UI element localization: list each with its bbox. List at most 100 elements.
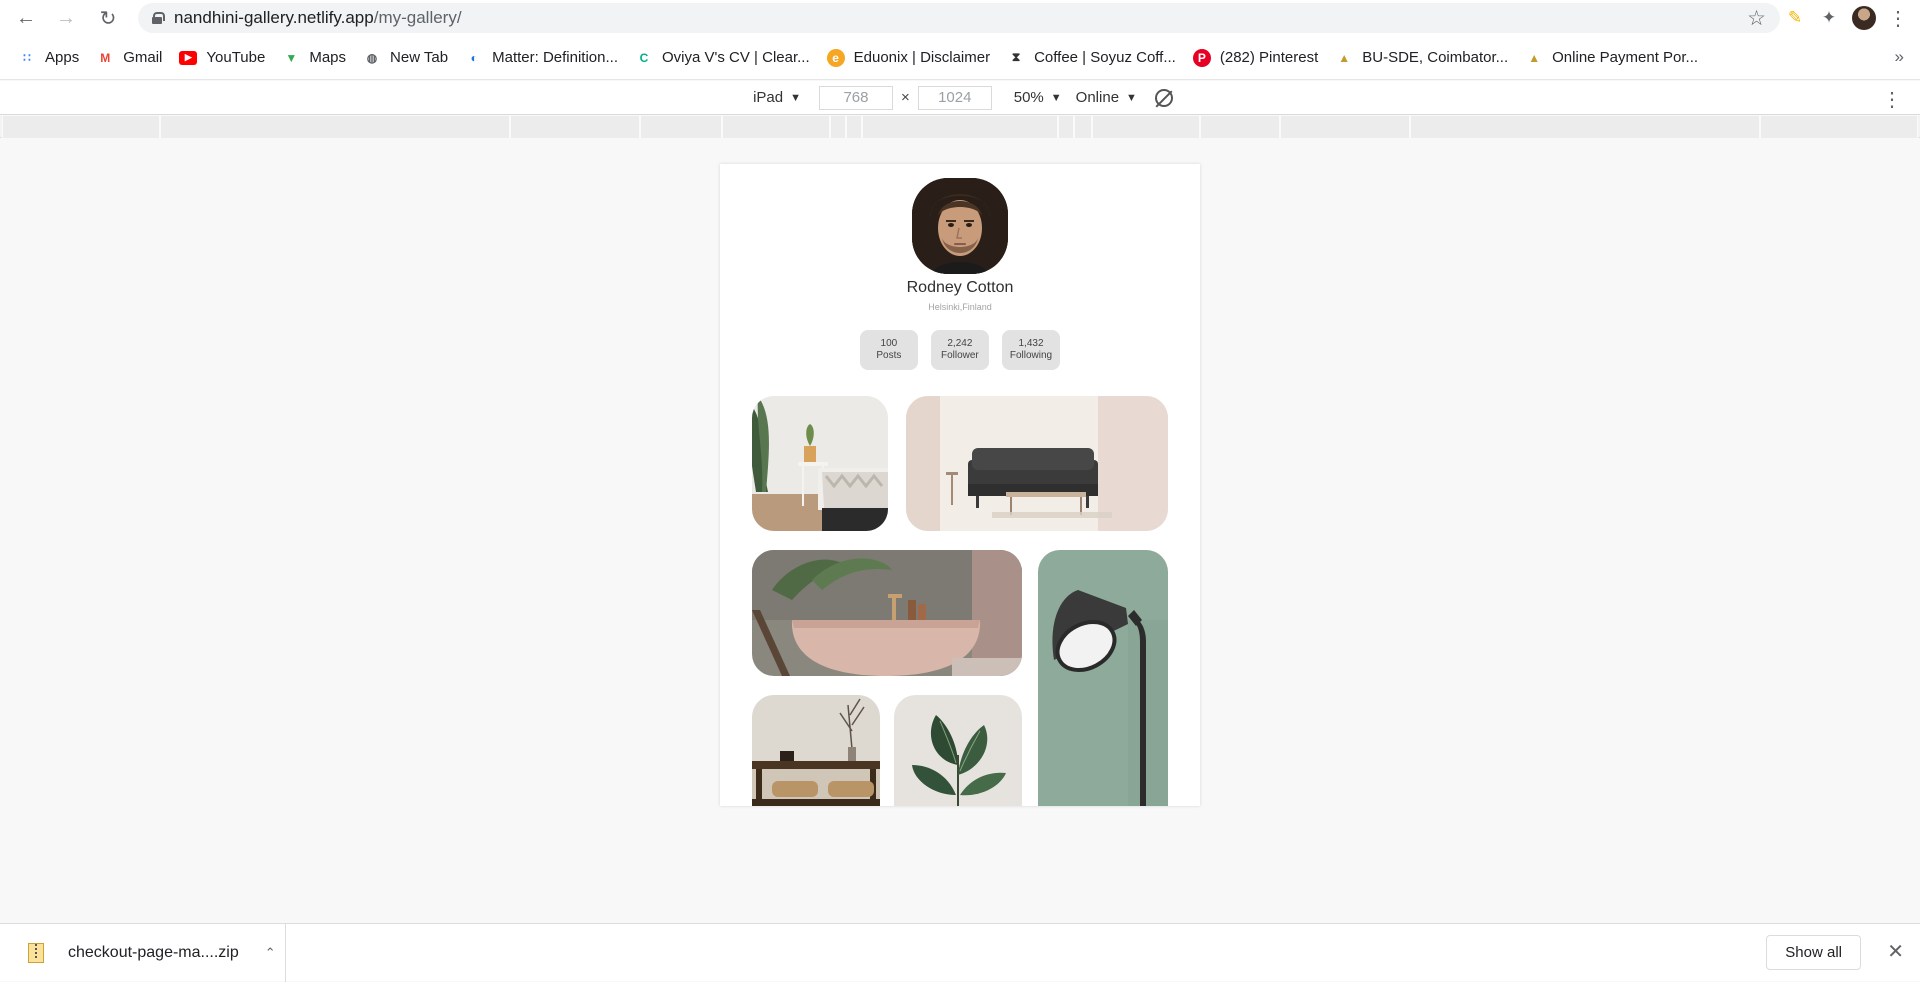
zoom-select[interactable]: 50% ▼ xyxy=(1014,89,1062,106)
address-bar[interactable]: nandhini-gallery.netlify.app/my-gallery/… xyxy=(138,3,1780,33)
device-select[interactable]: iPad ▼ xyxy=(753,89,801,106)
stat-following[interactable]: 1,432 Following xyxy=(1001,330,1061,370)
ruler-segment[interactable] xyxy=(160,116,510,138)
caret-down-icon: ▼ xyxy=(790,91,801,104)
bookmark-star-icon[interactable]: ☆ xyxy=(1747,6,1766,31)
browser-toolbar: ← → ↻ nandhini-gallery.netlify.app/my-ga… xyxy=(0,0,1920,36)
extensions-area: ✎ ✦ ⋮ xyxy=(1784,0,1920,36)
bookmark-label: Gmail xyxy=(123,49,163,66)
bookmark-item[interactable]: C Oviya V's CV | Clear... xyxy=(635,43,810,73)
width-input[interactable]: 768 xyxy=(818,85,893,110)
back-arrow-icon[interactable]: ← xyxy=(6,0,46,36)
profile-name: Rodney Cotton xyxy=(906,279,1014,296)
ruler-segment[interactable] xyxy=(1760,116,1918,138)
pinterest-icon: P xyxy=(1192,48,1211,67)
puzzle-extensions-icon[interactable]: ✦ xyxy=(1818,7,1840,29)
gallery-photo-bathtub[interactable] xyxy=(752,550,1022,676)
bookmark-item[interactable]: ⧗ Coffee | Soyuz Coff... xyxy=(1007,43,1176,73)
ruler-segment[interactable] xyxy=(1280,116,1410,138)
profile-location: Helsinki,Finland xyxy=(928,302,992,312)
ruler-segment[interactable] xyxy=(1058,116,1074,138)
lamp-image xyxy=(1038,550,1168,806)
bookmark-item[interactable]: e Eduonix | Disclaimer xyxy=(826,43,991,73)
bathtub-image xyxy=(752,550,1022,676)
zoom-select-label: 50% xyxy=(1013,89,1044,106)
note-extension-icon[interactable]: ✎ xyxy=(1784,7,1806,29)
ruler-segment[interactable] xyxy=(862,116,1058,138)
close-icon[interactable]: ✕ xyxy=(1887,939,1904,964)
bookmark-label: Apps xyxy=(45,49,80,66)
sofa-image xyxy=(906,396,1168,531)
bookmarks-bar: ∷ Apps M Gmail ▶ YouTube ▼ Maps ◍ New Tab ◐ Matter:… xyxy=(0,36,1920,80)
stat-label: Posts xyxy=(876,350,902,361)
network-select-label: Online xyxy=(1075,89,1120,106)
ruler-segment[interactable] xyxy=(2,116,160,138)
ruler-segment[interactable] xyxy=(846,116,862,138)
person-icon: ▲ xyxy=(1338,50,1351,65)
maps-pin-icon: ▼ xyxy=(285,50,298,65)
coffee-icon: ⧗ xyxy=(1011,50,1021,64)
portrait-image xyxy=(912,178,1008,274)
forward-arrow-icon[interactable]: → xyxy=(46,0,86,36)
profile-avatar[interactable] xyxy=(1852,6,1876,30)
bookmark-item[interactable]: P (282) Pinterest xyxy=(1192,43,1319,73)
profile-photo xyxy=(912,178,1008,274)
stat-label: Follower xyxy=(940,350,979,361)
bedroom-image xyxy=(752,396,888,531)
bookmark-item[interactable]: ∷ Apps xyxy=(18,43,79,73)
stat-value: 1,432 xyxy=(1018,338,1044,349)
youtube-icon: ▶ xyxy=(179,50,198,65)
device-select-label: iPad xyxy=(753,89,784,106)
reload-icon[interactable]: ↻ xyxy=(88,0,128,36)
dimension-separator-icon: × xyxy=(900,89,910,106)
bookmark-item[interactable]: M Gmail xyxy=(96,43,162,73)
person-icon: ▲ xyxy=(1528,50,1541,65)
bookmark-item[interactable]: ▶ YouTube xyxy=(179,43,265,73)
ruler-segment[interactable] xyxy=(510,116,640,138)
caret-down-icon: ▼ xyxy=(1126,91,1137,104)
ruler-segment[interactable] xyxy=(640,116,722,138)
bookmark-label: Online Payment Por... xyxy=(1552,49,1699,66)
ruler-segment[interactable] xyxy=(1092,116,1200,138)
caret-down-icon: ▼ xyxy=(1050,91,1062,104)
profile-stats: 100 Posts 2,242 Follower 1,432 Following xyxy=(720,330,1200,370)
rotate-icon[interactable] xyxy=(1154,88,1173,107)
table-image xyxy=(752,695,880,806)
gallery-photo-lamp[interactable] xyxy=(1038,550,1168,806)
emulated-viewport-area: Rodney Cotton Helsinki,Finland 100 Posts… xyxy=(0,138,1920,923)
ruler-segment[interactable] xyxy=(722,116,830,138)
show-all-button[interactable]: Show all xyxy=(1766,935,1861,970)
ruler-segment[interactable] xyxy=(1074,116,1092,138)
stat-posts[interactable]: 100 Posts xyxy=(859,330,918,370)
gallery-photo-table[interactable] xyxy=(752,695,880,806)
media-query-ruler[interactable] xyxy=(0,116,1920,138)
bookmark-label: (282) Pinterest xyxy=(1219,49,1319,66)
stat-follower[interactable]: 2,242 Follower xyxy=(930,330,989,370)
ruler-segment[interactable] xyxy=(1410,116,1760,138)
stat-value: 2,242 xyxy=(947,338,973,349)
bookmark-item[interactable]: ◐ Matter: Definition... xyxy=(465,43,618,73)
network-select[interactable]: Online ▼ xyxy=(1076,89,1137,106)
lock-icon xyxy=(152,12,165,24)
browser-menu-icon[interactable]: ⋮ xyxy=(1888,6,1908,31)
bookmark-item[interactable]: ▲ Online Payment Por... xyxy=(1525,43,1698,73)
chevron-up-icon[interactable]: ⌃ xyxy=(265,945,276,961)
height-input[interactable]: 1024 xyxy=(917,85,992,110)
url-host: nandhini-gallery.netlify.app xyxy=(174,8,374,27)
downloads-bar: checkout-page-ma....zip ⌃ Show all ✕ xyxy=(0,923,1920,982)
bookmark-item[interactable]: ▼ Maps xyxy=(282,43,346,73)
ruler-segment[interactable] xyxy=(1200,116,1280,138)
gallery-photo-sofa[interactable] xyxy=(906,396,1168,531)
download-item[interactable]: checkout-page-ma....zip ⌃ xyxy=(18,924,286,982)
bookmark-label: Coffee | Soyuz Coff... xyxy=(1034,49,1176,66)
more-bookmarks-icon[interactable]: » xyxy=(1895,47,1904,67)
ruler-segment[interactable] xyxy=(830,116,846,138)
bookmark-item[interactable]: ▲ BU-SDE, Coimbator... xyxy=(1335,43,1508,73)
bookmark-label: Eduonix | Disclaimer xyxy=(853,49,991,66)
bookmark-item[interactable]: ◍ New Tab xyxy=(363,43,448,73)
gallery-photo-plant[interactable] xyxy=(894,695,1022,806)
gallery-photo-bedroom[interactable] xyxy=(752,396,888,531)
device-toolbar-menu-icon[interactable]: ⋮ xyxy=(1882,87,1902,112)
plant-image xyxy=(894,695,1022,806)
zip-file-icon xyxy=(28,943,44,963)
